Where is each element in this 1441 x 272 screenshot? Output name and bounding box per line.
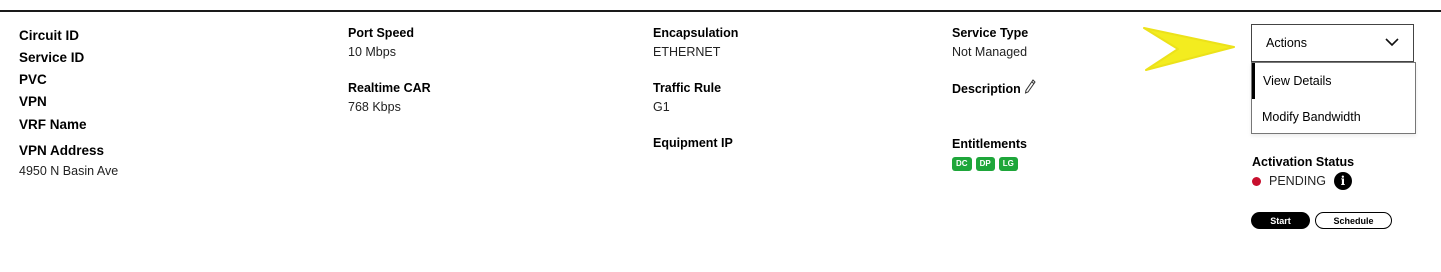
actions-dropdown[interactable]: Actions: [1251, 24, 1414, 62]
realtime-car-label: Realtime CAR: [348, 81, 431, 95]
actions-menu: View Details Modify Bandwidth: [1251, 62, 1416, 134]
vpn-label: VPN: [19, 94, 47, 109]
vpn-address-label: VPN Address: [19, 143, 105, 158]
description-row: Description: [952, 79, 1036, 99]
port-speed-value: 10 Mbps: [348, 45, 396, 59]
vrf-name-label: VRF Name: [19, 117, 87, 132]
circuit-id-label: Circuit ID: [19, 28, 80, 43]
encapsulation-label: Encapsulation: [653, 26, 739, 40]
traffic-rule-value: G1: [653, 100, 670, 114]
realtime-car-value: 768 Kbps: [348, 100, 401, 114]
description-label: Description: [952, 81, 1021, 96]
entitlement-badge-dp: DP: [975, 157, 995, 171]
status-text: PENDING: [1269, 173, 1326, 188]
menu-item-view-details[interactable]: View Details: [1252, 63, 1415, 99]
service-id-label: Service ID: [19, 50, 85, 65]
service-type-label: Service Type: [952, 26, 1029, 40]
entitlements-label: Entitlements: [952, 137, 1028, 151]
encapsulation-value: ETHERNET: [653, 45, 721, 59]
entitlement-badge-lg: LG: [998, 157, 1018, 171]
port-speed-label: Port Speed: [348, 26, 414, 40]
vpn-address-value: 4950 N Basin Ave: [19, 164, 119, 178]
traffic-rule-label: Traffic Rule: [653, 81, 722, 95]
info-icon[interactable]: i: [1333, 172, 1352, 190]
chevron-down-icon: [1385, 36, 1399, 50]
yellow-arrow-annotation: [1143, 27, 1235, 71]
entitlement-badge-dc: DC: [952, 157, 972, 171]
start-button[interactable]: Start: [1251, 212, 1310, 229]
entitlement-badges: DC DP LG: [952, 157, 1018, 171]
activation-status-row: PENDING i: [1252, 172, 1352, 190]
equipment-ip-label: Equipment IP: [653, 136, 733, 150]
top-divider: [0, 10, 1441, 12]
status-dot: [1252, 176, 1261, 186]
pencil-icon[interactable]: [1024, 79, 1036, 99]
menu-item-modify-bandwidth[interactable]: Modify Bandwidth: [1252, 99, 1415, 135]
activation-status-label: Activation Status: [1252, 155, 1355, 169]
actions-dropdown-label: Actions: [1266, 36, 1307, 50]
service-type-value: Not Managed: [952, 45, 1028, 59]
schedule-button[interactable]: Schedule: [1315, 212, 1392, 229]
pvc-label: PVC: [19, 72, 47, 87]
